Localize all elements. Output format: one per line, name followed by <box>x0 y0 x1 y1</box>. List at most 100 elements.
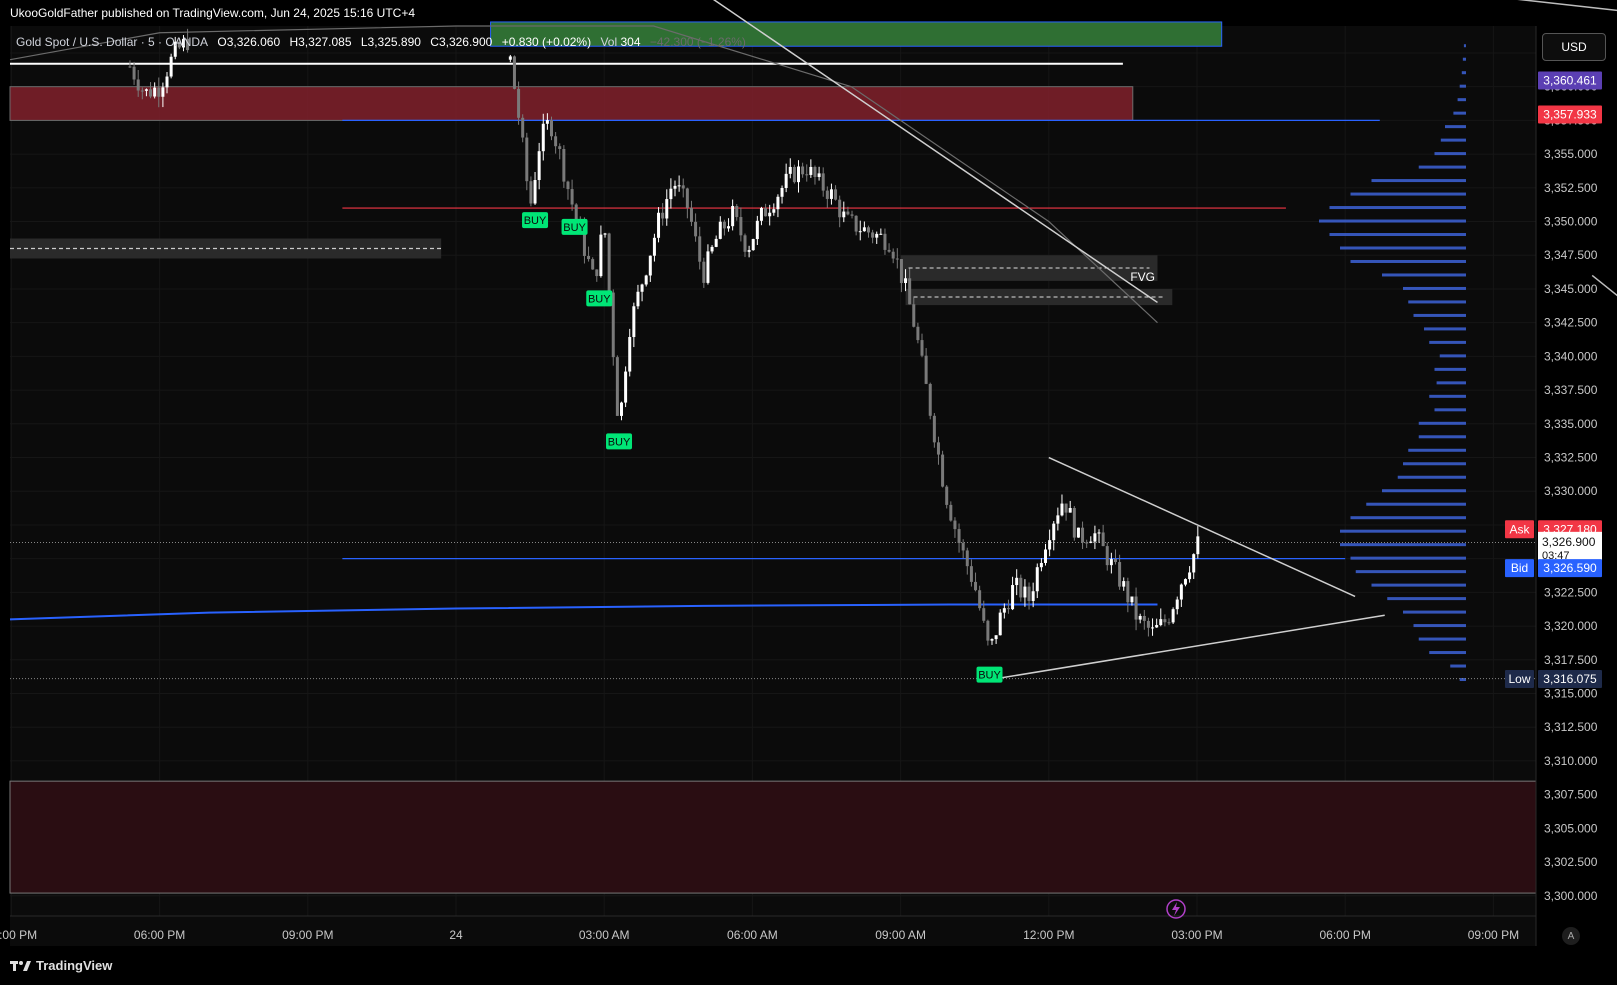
volume-profile-bar <box>1340 543 1466 547</box>
candle-body <box>545 120 549 124</box>
candle-body <box>735 205 739 218</box>
candle-body <box>1085 542 1089 544</box>
candle-body <box>661 212 665 219</box>
volume-profile-bar <box>1440 138 1466 142</box>
candle-body <box>1183 579 1187 585</box>
y-tick-label: 3,352.500 <box>1544 181 1598 195</box>
candle-body <box>986 620 990 641</box>
candle-body <box>755 220 759 240</box>
candle-body <box>508 56 512 60</box>
candle-body <box>1101 532 1105 547</box>
volume-profile-bar <box>1350 516 1466 520</box>
volume-profile-bar <box>1462 57 1466 61</box>
purple-tag-value: 3,360.461 <box>1543 73 1597 87</box>
y-tick-label: 3,312.500 <box>1544 720 1598 734</box>
candle-body <box>1011 585 1015 610</box>
candle-body <box>722 221 726 229</box>
last-tag[interactable]: 3,326.90003:47 <box>1538 531 1602 562</box>
candle-body <box>558 146 562 149</box>
candle-body <box>776 196 780 210</box>
volume-profile-bar <box>1319 219 1466 223</box>
candle-body <box>714 238 718 247</box>
volume-profile-bar <box>1403 462 1466 466</box>
symbol-name[interactable]: Gold Spot / U.S. Dollar · 5 · OANDA <box>16 35 208 49</box>
candle-body <box>648 255 652 276</box>
chart-canvas[interactable]: BUYBUYBUYBUYBUYFVG 3,362.5003,360.0003,3… <box>0 0 1617 985</box>
candle-body <box>813 166 817 177</box>
candle-body <box>969 566 973 582</box>
candle-body <box>1035 567 1039 592</box>
x-tick-label: 24 <box>449 928 463 942</box>
low-zone[interactable] <box>9 780 1537 894</box>
candle-body <box>941 454 945 487</box>
volume-profile-bar <box>1457 98 1466 102</box>
buy-signal: BUY <box>522 212 549 229</box>
low-tag[interactable]: 3,316.075 Low <box>1505 670 1602 689</box>
volume-profile-bar <box>1418 435 1466 439</box>
candle-body <box>899 259 903 284</box>
candle-body <box>1179 584 1183 600</box>
candle-body <box>936 442 940 455</box>
ohlc-legend: Gold Spot / U.S. Dollar · 5 · OANDA O3,3… <box>16 35 752 49</box>
candle-body <box>1023 586 1027 598</box>
candle-body <box>595 269 599 277</box>
candle-body <box>846 211 850 215</box>
tradingview-logo[interactable]: TradingView <box>10 958 112 973</box>
y-tick-label: 3,355.000 <box>1544 147 1598 161</box>
y-tick-label: 3,322.500 <box>1544 585 1598 599</box>
candle-body <box>550 120 554 137</box>
x-tick-label: 03:00 AM <box>579 928 630 942</box>
candle-body <box>1167 622 1171 624</box>
candle-body <box>834 189 838 200</box>
bid-tag-label: Bid <box>1511 561 1528 575</box>
candle-body <box>640 284 644 292</box>
purple-tag[interactable]: 3,360.461 <box>1538 71 1602 90</box>
candle-body <box>1002 608 1006 613</box>
candle-body <box>1019 577 1023 598</box>
auto-scale-button[interactable]: A <box>1562 927 1580 945</box>
candle-body <box>710 246 714 252</box>
supply-zone[interactable] <box>9 86 1134 121</box>
candle-body <box>1155 625 1159 628</box>
last-price-value: 3,326.900 <box>1542 535 1596 549</box>
currency-button[interactable]: USD <box>1542 33 1606 61</box>
candle-body <box>990 639 994 641</box>
bid-tag[interactable]: 3,326.590 Bid <box>1505 559 1602 578</box>
candle-body <box>772 209 776 213</box>
change-value: +0.830 (+0.02%) <box>501 35 592 49</box>
candle-body <box>1188 572 1192 580</box>
candle-body <box>1093 533 1097 542</box>
publisher-header: UkooGoldFather published on TradingView.… <box>10 6 416 20</box>
candle-body <box>780 187 784 197</box>
volume-profile-bar <box>1418 165 1466 169</box>
candle-body <box>797 166 801 183</box>
candle-body <box>747 250 751 252</box>
volume-profile-bar <box>1429 340 1466 344</box>
candle-body <box>1044 549 1048 563</box>
candle-body <box>554 136 558 147</box>
candle-body <box>1039 562 1043 568</box>
candle-body <box>1006 608 1010 610</box>
candle-body <box>731 205 735 227</box>
y-tick-label: 3,307.500 <box>1544 788 1598 802</box>
volume-profile-bar <box>1408 448 1466 452</box>
candle-body <box>1122 581 1126 587</box>
y-tick-label: 3,317.500 <box>1544 653 1598 667</box>
candle-body <box>850 214 854 216</box>
candle-body <box>1056 515 1060 524</box>
volume-profile-bar <box>1403 286 1466 290</box>
candle-body <box>132 66 136 80</box>
candle-body <box>1196 536 1200 555</box>
candle-body <box>1146 620 1150 628</box>
candle-body <box>1048 540 1052 550</box>
volume-profile-bar <box>1413 313 1466 317</box>
candle-body <box>759 208 763 221</box>
candle-body <box>1089 541 1093 543</box>
volume-profile-bar <box>1366 502 1466 506</box>
candle-body <box>842 211 846 218</box>
candle-body <box>764 208 768 217</box>
volume-profile-bar <box>1329 206 1466 210</box>
red-tag[interactable]: 3,357.933 <box>1538 105 1602 124</box>
candle-body <box>821 173 825 191</box>
buy-signal: BUY <box>976 666 1003 683</box>
